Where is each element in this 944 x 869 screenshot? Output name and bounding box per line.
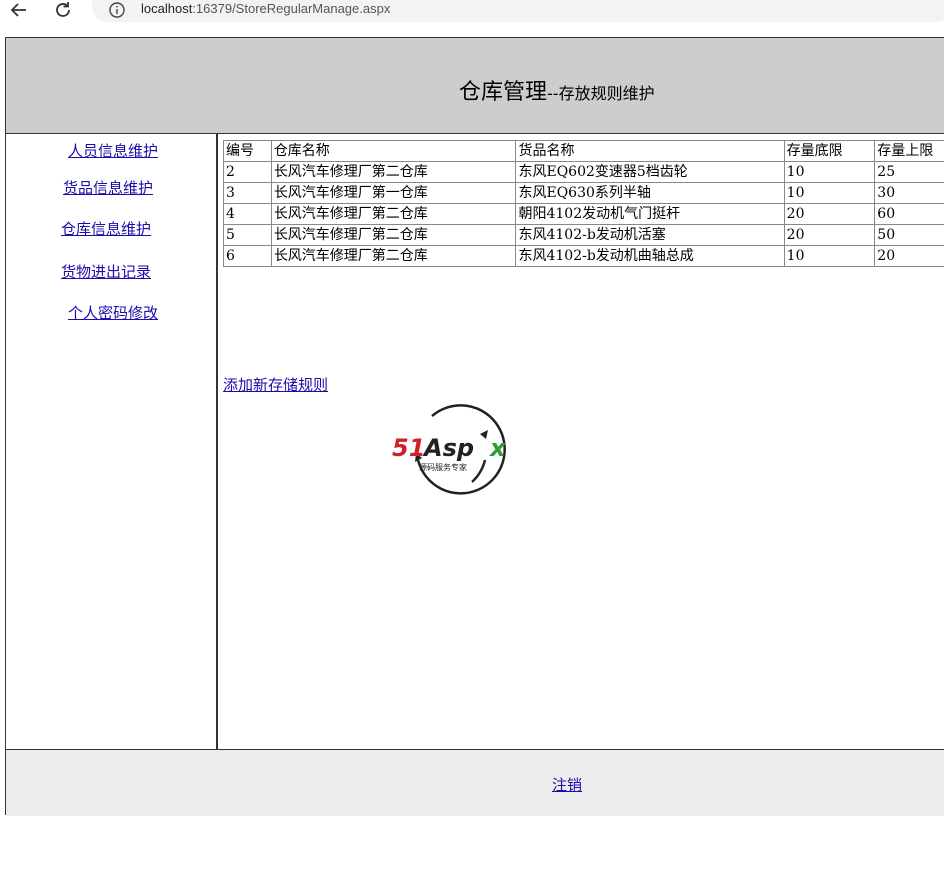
table-row: 2 长风汽车修理厂第二仓库 东风EQ602变速器5档齿轮 10 25: [223, 161, 944, 183]
column-header: 仓库名称: [270, 140, 517, 162]
cell-id: 3: [223, 182, 272, 204]
page-title: 仓库管理--存放规则维护: [459, 74, 655, 106]
page-header: 仓库管理--存放规则维护: [6, 38, 944, 134]
add-rule-link[interactable]: 添加新存储规则: [223, 374, 328, 395]
cell-max: 20: [874, 245, 944, 267]
svg-text:源码服务专家: 源码服务专家: [419, 462, 467, 472]
page-frame: 仓库管理--存放规则维护 人员信息维护 货品信息维护 仓库信息维护 货物进出记录…: [5, 37, 944, 816]
sidebar-item-goods[interactable]: 货品信息维护: [63, 177, 153, 198]
sidebar-item-personnel[interactable]: 人员信息维护: [68, 140, 158, 161]
cell-goods: 东风EQ630系列半轴: [515, 182, 785, 204]
51aspx-logo: 51 Asp x 源码服务专家: [386, 400, 516, 496]
table-header-row: 编号 仓库名称 货品名称 存量底限 存量上限: [223, 140, 944, 162]
cell-warehouse: 长风汽车修理厂第一仓库: [270, 182, 517, 204]
cell-warehouse: 长风汽车修理厂第二仓库: [270, 161, 517, 183]
column-header: 货品名称: [515, 140, 785, 162]
title-sub: --存放规则维护: [547, 84, 655, 103]
url-path: :16379/StoreRegularManage.aspx: [192, 1, 391, 16]
sidebar-item-warehouse[interactable]: 仓库信息维护: [61, 218, 151, 239]
cell-min: 10: [783, 161, 876, 183]
cell-max: 25: [874, 161, 944, 183]
column-header: 编号: [223, 140, 272, 162]
cell-goods: 朝阳4102发动机气门挺杆: [515, 203, 785, 225]
svg-text:51: 51: [392, 434, 425, 462]
cell-id: 2: [223, 161, 272, 183]
cell-max: 30: [874, 182, 944, 204]
browser-toolbar: localhost:16379/StoreRegularManage.aspx: [0, 0, 944, 22]
sidebar-item-password[interactable]: 个人密码修改: [68, 302, 158, 323]
column-header: 存量底限: [783, 140, 876, 162]
site-info-icon[interactable]: [108, 1, 126, 19]
back-icon[interactable]: [8, 0, 30, 20]
cell-min: 20: [783, 224, 876, 246]
table-row: 3 长风汽车修理厂第一仓库 东风EQ630系列半轴 10 30: [223, 182, 944, 204]
sidebar-item-records[interactable]: 货物进出记录: [61, 261, 151, 282]
table-row: 4 长风汽车修理厂第二仓库 朝阳4102发动机气门挺杆 20 60: [223, 203, 944, 225]
table-row: 6 长风汽车修理厂第二仓库 东风4102-b发动机曲轴总成 10 20: [223, 245, 944, 267]
cell-warehouse: 长风汽车修理厂第二仓库: [270, 245, 517, 267]
svg-text:Asp: Asp: [422, 434, 474, 462]
rules-table: 编号 仓库名称 货品名称 存量底限 存量上限 2 长风汽车修理厂第二仓库 东风E…: [223, 140, 944, 267]
logout-link[interactable]: 注销: [552, 774, 582, 795]
table-row: 5 长风汽车修理厂第二仓库 东风4102-b发动机活塞 20 50: [223, 224, 944, 246]
title-main: 仓库管理: [459, 80, 548, 105]
cell-id: 6: [223, 245, 272, 267]
page-footer: 注销: [6, 749, 944, 816]
cell-min: 10: [783, 182, 876, 204]
cell-id: 5: [223, 224, 272, 246]
sidebar: 人员信息维护 货品信息维护 仓库信息维护 货物进出记录 个人密码修改: [6, 134, 218, 749]
cell-max: 50: [874, 224, 944, 246]
main-content: 编号 仓库名称 货品名称 存量底限 存量上限 2 长风汽车修理厂第二仓库 东风E…: [218, 134, 944, 749]
column-header: 存量上限: [874, 140, 944, 162]
cell-min: 10: [783, 245, 876, 267]
cell-min: 20: [783, 203, 876, 225]
svg-text:x: x: [489, 434, 507, 462]
address-text[interactable]: localhost:16379/StoreRegularManage.aspx: [141, 1, 390, 16]
cell-goods: 东风4102-b发动机曲轴总成: [515, 245, 785, 267]
cell-id: 4: [223, 203, 272, 225]
cell-goods: 东风4102-b发动机活塞: [515, 224, 785, 246]
reload-icon[interactable]: [52, 0, 74, 20]
cell-warehouse: 长风汽车修理厂第二仓库: [270, 203, 517, 225]
cell-max: 60: [874, 203, 944, 225]
cell-warehouse: 长风汽车修理厂第二仓库: [270, 224, 517, 246]
url-host: localhost: [141, 1, 193, 16]
cell-goods: 东风EQ602变速器5档齿轮: [515, 161, 785, 183]
